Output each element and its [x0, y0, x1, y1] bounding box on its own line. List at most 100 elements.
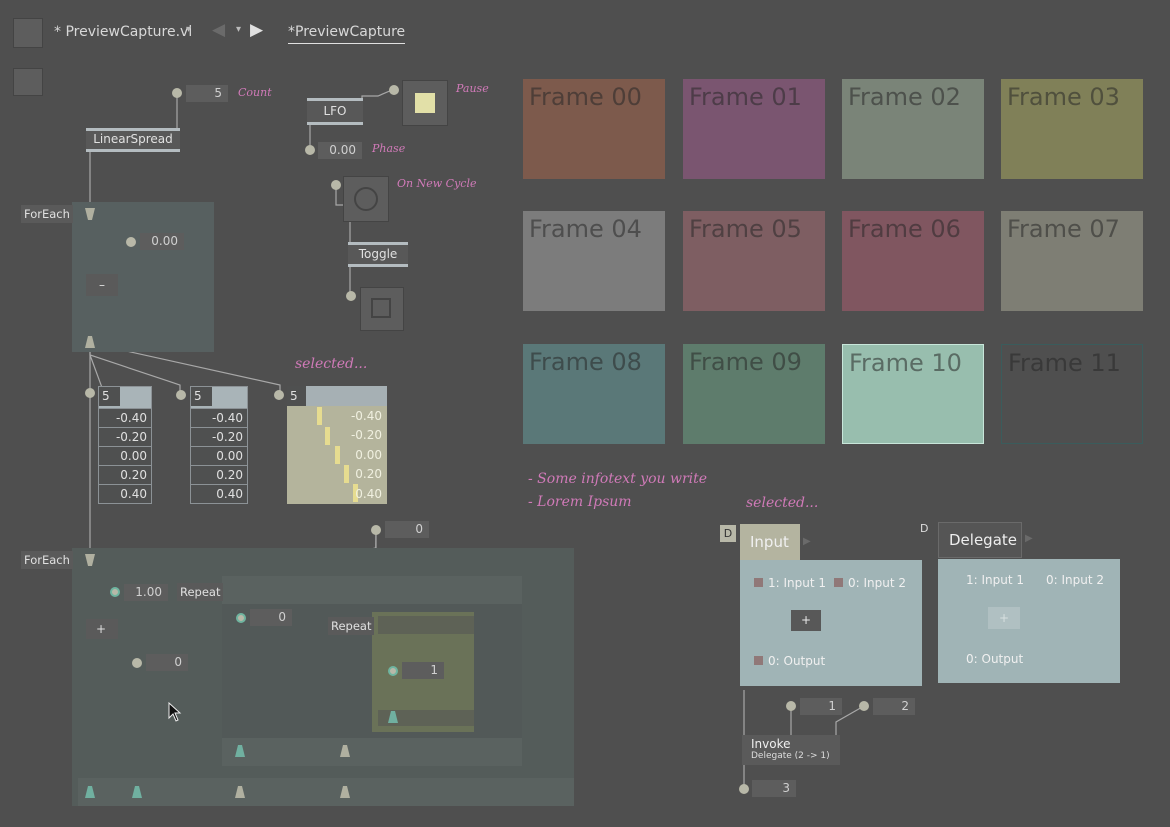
pause-pin[interactable] — [389, 85, 399, 95]
delegate-d-badge-2[interactable]: D — [920, 522, 934, 539]
patch-explorer-button[interactable] — [13, 68, 43, 96]
infotext-line-1: - Some infotext you write — [528, 471, 708, 487]
table2-row[interactable]: 0.20 — [190, 466, 248, 485]
frame-label: Frame 10 — [849, 349, 962, 377]
selected-label-1: selected... — [295, 356, 368, 372]
one-input-value[interactable]: 1.00 — [124, 584, 168, 601]
history-dropdown-icon[interactable]: ▾ — [236, 24, 241, 35]
table1-row[interactable]: 0.00 — [98, 447, 152, 466]
lfo-node[interactable]: LFO — [307, 98, 363, 125]
phase-iobox[interactable]: 0.00 — [318, 142, 362, 159]
newcycle-pin[interactable] — [331, 180, 341, 190]
spread-table-1[interactable]: 5 -0.40 -0.20 0.00 0.20 0.40 — [98, 386, 152, 504]
table2-row[interactable]: 0.00 — [190, 447, 248, 466]
table-pin-2[interactable] — [176, 390, 186, 400]
slider-value: 0.40 — [355, 487, 382, 501]
repeat-label-2[interactable]: Repeat — [328, 617, 375, 635]
input-tab[interactable]: Input — [740, 524, 800, 560]
frame-label: Frame 07 — [1007, 215, 1120, 243]
slider-value: 0.20 — [355, 467, 382, 481]
selected-label-2: selected... — [746, 495, 819, 511]
toggle-out-pin[interactable] — [346, 291, 356, 301]
zero-iobox[interactable]: 0 — [385, 521, 429, 538]
spread-slider-table[interactable]: 5 -0.40 -0.20 0.00 0.20 0.40 — [287, 386, 387, 504]
delegate-d-badge[interactable]: D — [720, 525, 736, 542]
invoke-arg1-pin[interactable] — [786, 701, 796, 711]
slider-table-header: 5 — [287, 386, 387, 406]
phase-pin[interactable] — [305, 145, 315, 155]
left-zero-iobox[interactable]: 0 — [146, 654, 188, 671]
delegate-tab[interactable]: Delegate — [938, 522, 1022, 558]
result-iobox[interactable]: 3 — [752, 780, 796, 797]
zero-pin[interactable] — [371, 525, 381, 535]
table2-row[interactable]: -0.20 — [190, 428, 248, 447]
inner-one-pin[interactable] — [388, 666, 398, 676]
forward-arrow-icon[interactable]: ▶ — [250, 20, 263, 40]
table3-count: 5 — [287, 386, 306, 406]
spread-table-2[interactable]: 5 -0.40 -0.20 0.00 0.20 0.40 — [190, 386, 248, 504]
invoke-arg1-iobox[interactable]: 1 — [800, 698, 842, 715]
foreach-input-value[interactable]: 0.00 — [140, 233, 184, 250]
delegate-arrow-icon: ▶ — [1025, 533, 1033, 544]
input2-label: 0: Input 2 — [848, 576, 907, 590]
delegate-plus-ghost[interactable]: + — [988, 607, 1020, 629]
slider-value: -0.20 — [350, 428, 382, 442]
foreach-label-2[interactable]: ForEach — [21, 551, 73, 569]
plus-node[interactable]: + — [86, 619, 118, 639]
document-title[interactable]: * PreviewCapture.vl — [54, 24, 192, 40]
back-arrow-icon[interactable]: ◀ — [212, 20, 225, 40]
toggle-node[interactable]: Toggle — [348, 242, 408, 267]
frame-tile: Frame 10 — [842, 344, 984, 444]
pause-indicator — [415, 93, 435, 113]
newcycle-bang[interactable] — [343, 176, 389, 222]
pause-toggle[interactable] — [402, 80, 448, 126]
table1-count: 5 — [99, 387, 120, 406]
repeat-outer-border — [222, 576, 522, 604]
invoke-arg2-iobox[interactable]: 2 — [873, 698, 915, 715]
table-pin-3[interactable] — [274, 390, 284, 400]
table2-row[interactable]: 0.40 — [190, 485, 248, 504]
linearspread-node[interactable]: LinearSpread — [86, 128, 180, 152]
inner-one-iobox[interactable]: 1 — [402, 662, 444, 679]
inner-zero-iobox[interactable]: 0 — [250, 609, 292, 626]
delegate-output-label: 0: Output — [966, 652, 1024, 666]
result-pin[interactable] — [739, 784, 749, 794]
delegate-input1-label: 1: Input 1 — [966, 573, 1025, 587]
repeat-label-1[interactable]: Repeat — [177, 583, 224, 601]
invoke-subtitle: Delegate (2 -> 1) — [751, 751, 830, 761]
output-pin-icon — [754, 656, 763, 665]
one-input-pin[interactable] — [110, 587, 120, 597]
input2-pin-icon — [834, 578, 843, 587]
frame-tile: Frame 05 — [683, 211, 825, 311]
foreach-bottom-bar — [78, 778, 574, 806]
slider-value: -0.40 — [350, 409, 382, 423]
table-pin-1[interactable] — [85, 388, 95, 398]
slider-bar — [325, 427, 330, 445]
table1-row[interactable]: 0.20 — [98, 466, 152, 485]
repeat-outer-bottom — [222, 738, 522, 766]
frame-label: Frame 11 — [1008, 349, 1121, 377]
delegate-plus-node[interactable]: + — [791, 610, 821, 631]
toggle-output-box[interactable] — [360, 287, 404, 331]
input-pin-1[interactable] — [126, 237, 136, 247]
input1-label: 1: Input 1 — [768, 576, 827, 590]
table1-row[interactable]: -0.40 — [98, 409, 152, 428]
toggle-square-icon — [371, 298, 391, 318]
invoke-node[interactable]: Invoke Delegate (2 -> 1) — [742, 735, 840, 765]
count-pin[interactable] — [172, 88, 182, 98]
document-dropdown-icon[interactable]: ▾ — [186, 24, 191, 35]
inner-zero-pin[interactable] — [236, 613, 246, 623]
patch-menu-button[interactable] — [13, 18, 43, 48]
frame-label: Frame 00 — [529, 83, 642, 111]
invoke-arg2-pin[interactable] — [859, 701, 869, 711]
count-iobox[interactable]: 5 — [186, 85, 228, 102]
frame-tile: Frame 00 — [523, 79, 665, 179]
left-zero-pin[interactable] — [132, 658, 142, 668]
foreach-label-1[interactable]: ForEach — [21, 205, 73, 223]
table2-row[interactable]: -0.40 — [190, 409, 248, 428]
table1-row[interactable]: -0.20 — [98, 428, 152, 447]
frame-label: Frame 02 — [848, 83, 961, 111]
minus-node[interactable]: – — [86, 274, 118, 296]
table1-row[interactable]: 0.40 — [98, 485, 152, 504]
tab-previewcapture[interactable]: *PreviewCapture — [288, 24, 406, 44]
